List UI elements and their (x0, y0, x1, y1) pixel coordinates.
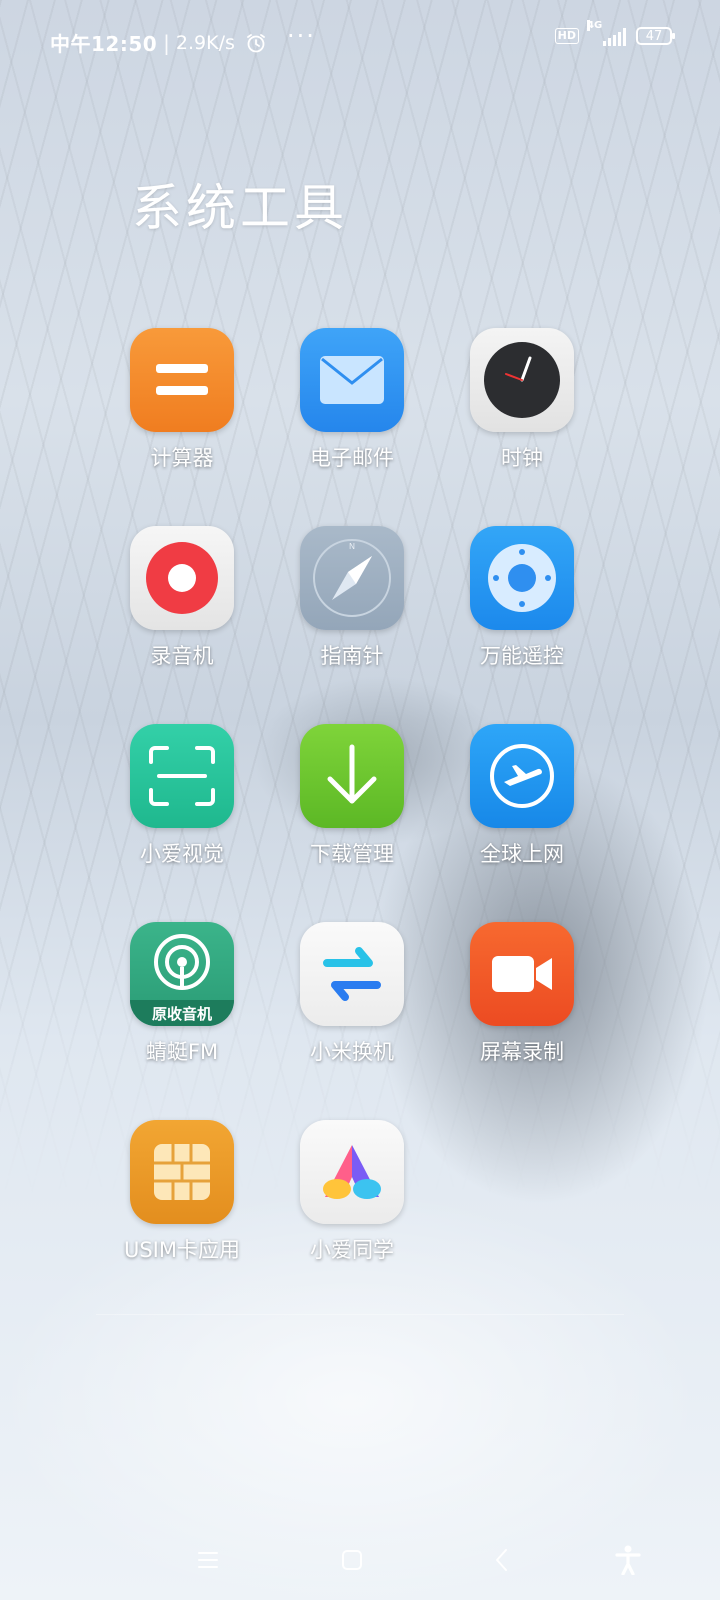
app-label: 指南针 (320, 644, 384, 668)
app-clock[interactable]: 时钟 (442, 328, 602, 498)
home-icon (342, 1550, 362, 1570)
app-usim[interactable]: USIM卡应用 (102, 1120, 262, 1290)
app-calculator[interactable]: 计算器 (102, 328, 262, 498)
app-compass[interactable]: N 指南针 (272, 526, 432, 696)
app-label: 电子邮件 (310, 446, 394, 470)
compass-icon: N (300, 526, 404, 630)
app-label: 小米换机 (310, 1040, 394, 1064)
status-left: 中午12:50 | 2.9K/s (50, 28, 267, 57)
recorder-icon (130, 526, 234, 630)
global-network-icon (470, 724, 574, 828)
app-label: 计算器 (150, 446, 214, 470)
app-label: 时钟 (501, 446, 543, 470)
back-icon (496, 1549, 507, 1571)
screen-record-icon (470, 922, 574, 1026)
app-label: 屏幕录制 (480, 1040, 564, 1064)
network-speed: 2.9K/s (175, 31, 235, 54)
email-icon (300, 328, 404, 432)
alarm-icon (247, 33, 265, 52)
menu-icon (198, 1552, 218, 1568)
more-notifications-indicator: ··· (287, 22, 316, 50)
status-right: HD 4G 47 (554, 20, 675, 46)
app-mi-mover[interactable]: 小米换机 (272, 922, 432, 1092)
app-global-network[interactable]: 全球上网 (442, 724, 602, 894)
app-label: 蜻蜓FM (145, 1040, 219, 1064)
clock-icon (470, 328, 574, 432)
download-icon (300, 724, 404, 828)
battery-level: 47 (645, 28, 663, 44)
app-label: 下载管理 (310, 842, 394, 866)
back-button[interactable] (472, 1530, 532, 1590)
sim-card-icon (130, 1120, 234, 1224)
battery-icon: 47 (636, 27, 675, 45)
signal-icon: 4G (587, 20, 626, 46)
xiaoai-icon (300, 1120, 404, 1224)
accessibility-button[interactable] (598, 1530, 658, 1590)
folder-divider (96, 1314, 624, 1315)
navigation-bar (0, 1530, 720, 1590)
app-qingting-fm[interactable]: 原收音机 蜻蜓FM (102, 922, 262, 1092)
radio-badge: 原收音机 (130, 1000, 234, 1026)
radio-icon: 原收音机 (130, 922, 234, 1026)
transfer-icon (300, 922, 404, 1026)
app-label: 小爱同学 (310, 1238, 394, 1262)
calculator-icon (130, 328, 234, 432)
app-label: 小爱视觉 (140, 842, 224, 866)
app-download-manager[interactable]: 下载管理 (272, 724, 432, 894)
svg-text:N: N (349, 542, 355, 551)
status-bar: 中午12:50 | 2.9K/s ··· HD 4G 47 (0, 0, 720, 78)
menu-button[interactable] (178, 1530, 238, 1590)
folder-title[interactable]: 系统工具 (132, 168, 348, 240)
app-xiaoai[interactable]: 小爱同学 (272, 1120, 432, 1290)
app-recorder[interactable]: 录音机 (102, 526, 262, 696)
remote-control-icon (470, 526, 574, 630)
status-separator: | (163, 30, 170, 55)
scan-icon (130, 724, 234, 828)
hd-voice-icon: HD (554, 28, 579, 44)
app-email[interactable]: 电子邮件 (272, 328, 432, 498)
status-time: 中午12:50 (50, 32, 158, 56)
app-screen-recorder[interactable]: 屏幕录制 (442, 922, 602, 1092)
network-type: 4G (587, 20, 603, 31)
app-label: 万能遥控 (480, 644, 564, 668)
app-remote-control[interactable]: 万能遥控 (442, 526, 602, 696)
home-button[interactable] (322, 1530, 382, 1590)
app-label: 全球上网 (480, 842, 564, 866)
accessibility-icon (615, 1545, 641, 1575)
app-xiaoai-vision[interactable]: 小爱视觉 (102, 724, 262, 894)
app-label: 录音机 (150, 644, 214, 668)
app-label: USIM卡应用 (123, 1238, 240, 1262)
